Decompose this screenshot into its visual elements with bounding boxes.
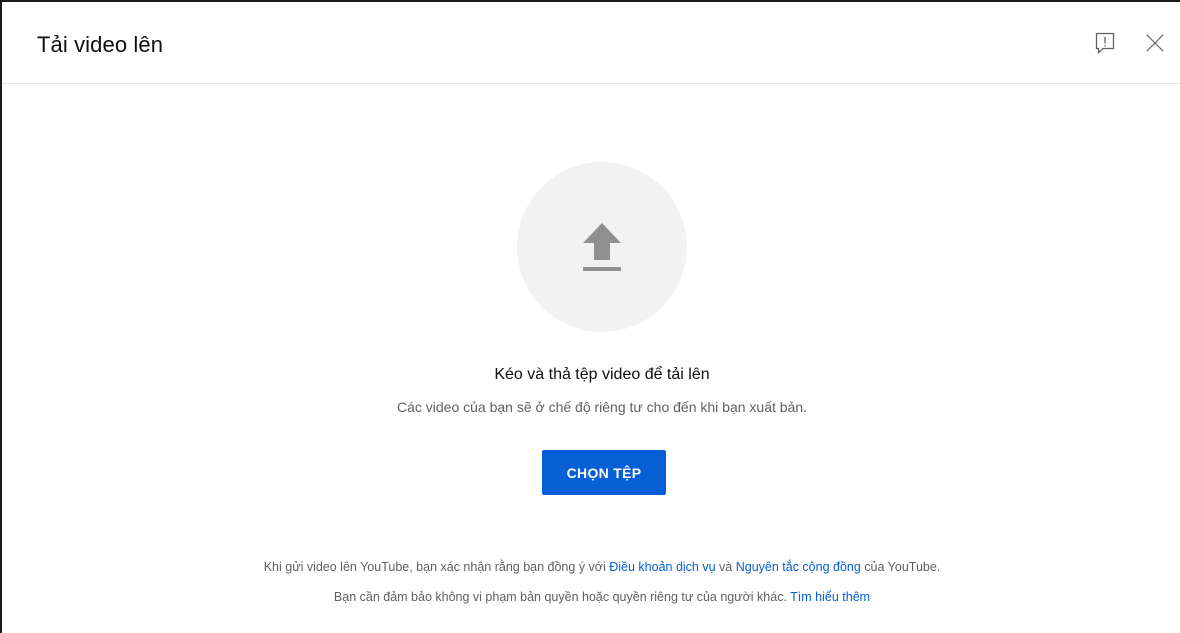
dialog-header: Tải video lên	[2, 2, 1180, 84]
terms-of-service-link[interactable]: Điều khoản dịch vụ	[609, 560, 715, 574]
drop-instructions-subtitle: Các video của bạn sẽ ở chế độ riêng tư c…	[396, 399, 808, 415]
terms-notice-prefix: Khi gửi video lên YouTube, bạn xác nhận …	[263, 560, 610, 574]
terms-notice-and: và	[715, 560, 736, 574]
terms-notice: Khi gửi video lên YouTube, bạn xác nhận …	[2, 560, 1180, 574]
community-guidelines-link[interactable]: Nguyên tắc cộng đồng	[736, 560, 861, 574]
feedback-icon	[1093, 31, 1117, 60]
select-files-button[interactable]: CHỌN TỆP	[542, 450, 666, 495]
copyright-notice: Bạn cần đảm bảo không vi phạm bản quyền …	[2, 590, 1180, 604]
close-button[interactable]	[1140, 30, 1170, 60]
copyright-notice-text: Bạn cần đảm bảo không vi phạm bản quyền …	[333, 590, 791, 604]
close-icon	[1144, 32, 1166, 59]
drop-instructions-title: Kéo và thả tệp video để tải lên	[494, 366, 710, 383]
learn-more-link[interactable]: Tìm hiểu thêm	[790, 590, 870, 604]
upload-arrow-icon	[572, 215, 632, 280]
upload-dialog: Tải video lên Kéo và thả tệp video để tả…	[0, 0, 1180, 633]
dialog-title: Tải video lên	[37, 32, 164, 57]
feedback-button[interactable]	[1090, 30, 1120, 60]
terms-notice-suffix: của YouTube.	[860, 560, 941, 574]
upload-drop-zone[interactable]	[517, 162, 687, 332]
